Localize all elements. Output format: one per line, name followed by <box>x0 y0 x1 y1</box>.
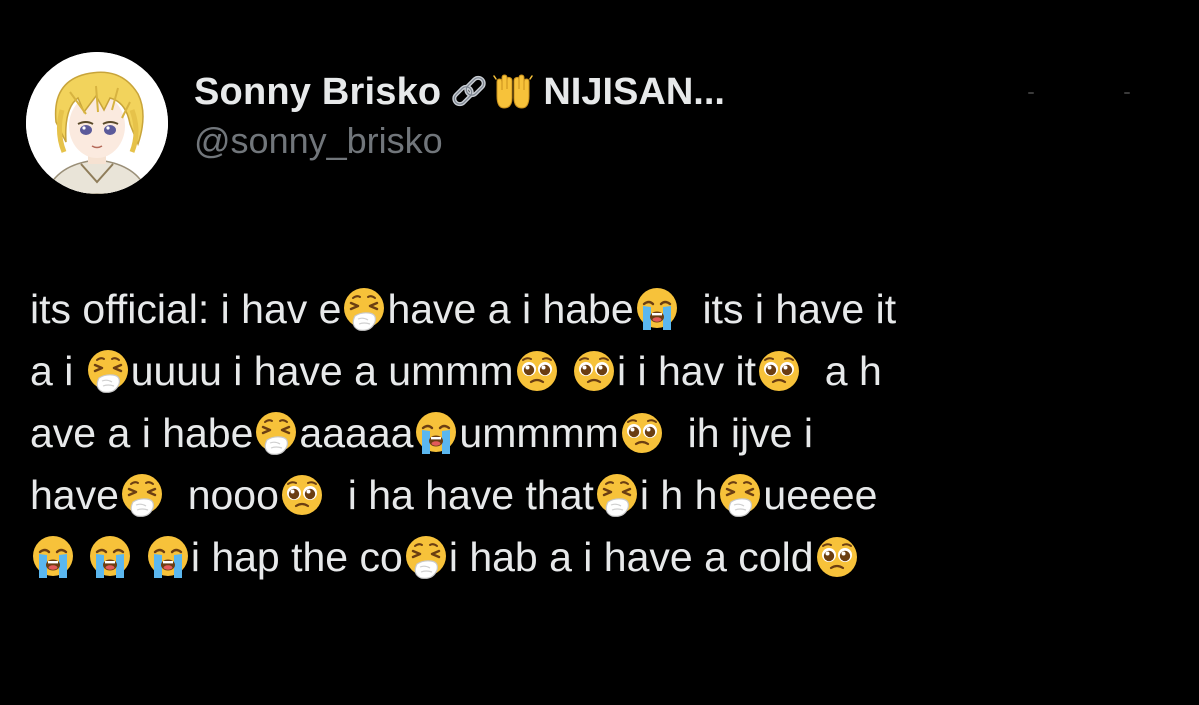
pleading-face-icon <box>756 348 802 394</box>
loudly-crying-face-icon <box>413 410 459 456</box>
tweet-text-segment: ave a i habe <box>30 410 254 456</box>
tweet-text-segment: its official: i hav e <box>30 286 342 332</box>
display-name[interactable]: Sonny Brisko <box>194 71 441 114</box>
pleading-face-icon <box>514 348 560 394</box>
tweet-line: ave a i habe aaaaa ummmm ih ijve i <box>30 402 1180 464</box>
raised-hands-icon <box>493 72 534 112</box>
tweet-text-segment: a h <box>801 348 882 394</box>
tweet-text-segment: nooo <box>164 472 279 518</box>
tweet-text-segment: i i hav it <box>616 348 756 394</box>
pleading-face-icon <box>619 410 665 456</box>
sneezing-face-icon <box>717 472 763 518</box>
pleading-face-icon <box>279 472 325 518</box>
tweet-text-segment <box>76 526 87 588</box>
pleading-face-icon <box>814 534 860 580</box>
tweet-line: have nooo i ha have that i h h ueeee <box>30 464 1180 526</box>
tweet-text-segment: uuuu i have a ummm <box>130 348 514 394</box>
display-name-suffix: NIJISAN... <box>543 70 725 113</box>
avatar[interactable] <box>26 52 168 194</box>
display-name-row[interactable]: Sonny Brisko NIJISAN... <box>194 66 725 118</box>
sneezing-face-icon <box>594 472 640 518</box>
sneezing-face-icon <box>253 410 299 456</box>
author-names: Sonny Brisko NIJISAN... @sonny_brisko <box>194 66 725 162</box>
tweet-text-segment: have <box>30 472 119 518</box>
tweet-text-segment: i hap the co <box>190 534 403 580</box>
loudly-crying-face-icon <box>30 534 76 580</box>
decoration-dot <box>1124 92 1130 94</box>
sneezing-face-icon <box>403 534 449 580</box>
author-handle[interactable]: @sonny_brisko <box>194 120 725 162</box>
sneezing-face-icon <box>341 286 387 332</box>
tweet-line: i hap the co i hab a i have a cold <box>30 526 1180 588</box>
sneezing-face-icon <box>85 348 131 394</box>
tweet-text-segment: ih ijve i <box>664 410 813 456</box>
tweet-header: Sonny Brisko NIJISAN... @sonny_brisko <box>26 52 725 194</box>
tweet-text: its official: i hav e have a i habe its … <box>30 278 1180 588</box>
link-icon <box>449 72 489 112</box>
tweet-text-segment: ummmm <box>459 410 619 456</box>
tweet-text-segment: i hab a i have a cold <box>448 534 814 580</box>
tweet-text-segment: its i have it <box>679 286 897 332</box>
tweet-text-segment: have a i habe <box>387 286 634 332</box>
tweet-text-segment: i h h <box>639 472 718 518</box>
pleading-face-icon <box>571 348 617 394</box>
tweet-line: a i uuuu i have a ummm i i hav it a h <box>30 340 1180 402</box>
tweet-text-segment: i ha have that <box>324 472 594 518</box>
loudly-crying-face-icon <box>145 534 191 580</box>
tweet-text-segment: aaaaa <box>299 410 414 456</box>
loudly-crying-face-icon <box>87 534 133 580</box>
decoration-dot <box>1028 92 1034 94</box>
tweet-text-segment <box>133 526 144 588</box>
tweet-text-segment <box>560 340 571 402</box>
tweet-text-segment: a i <box>30 348 85 394</box>
tweet-line: its official: i hav e have a i habe its … <box>30 278 1180 340</box>
sneezing-face-icon <box>119 472 165 518</box>
tweet-text-segment: ueeee <box>763 472 878 518</box>
loudly-crying-face-icon <box>634 286 680 332</box>
